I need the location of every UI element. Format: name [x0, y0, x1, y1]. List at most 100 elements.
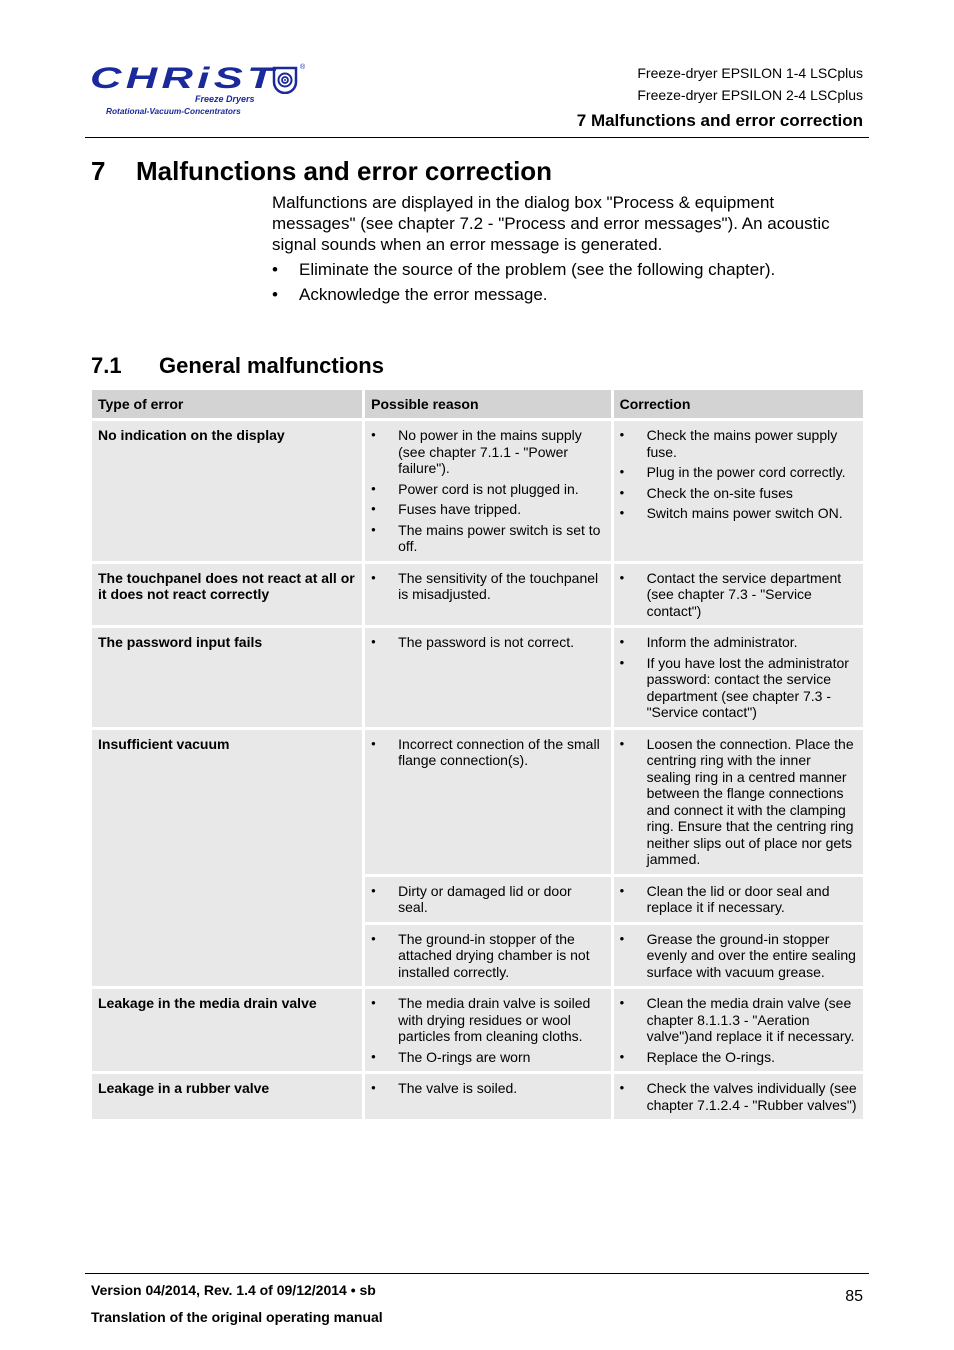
- correction-item: • Loosen the connection. Place the centri…: [619, 735, 854, 868]
- possible-reason-cell: • The ground-in stopper of the attached d…: [365, 924, 611, 986]
- error-type-cell: No indication on the display: [92, 421, 363, 561]
- header-product-line: Freeze-dryer EPSILON 1-4 LSCplus: [637, 65, 863, 81]
- error-type-cell: Leakage in a rubber valve: [92, 1074, 363, 1119]
- correction-list: • Clean the media drain valve (see chapte…: [620, 995, 857, 1065]
- correction-list: • Grease the ground-in stopper evenly and…: [620, 931, 857, 981]
- bullet-icon: •: [619, 569, 625, 585]
- correction-cell: • Loosen the connection. Place the centri…: [613, 729, 863, 874]
- possible-reason-cell: • No power in the mains supply (see chapt…: [365, 421, 611, 561]
- reason-item: • The ground-in stopper of the attached d…: [371, 930, 590, 980]
- reason-list: • No power in the mains supply (see chapt…: [371, 427, 604, 555]
- table-row: No indication on the display • No power in…: [92, 421, 863, 561]
- correction-item: • Plug in the power cord correctly.: [619, 464, 846, 480]
- reason-item: • The valve is soiled.: [371, 1080, 518, 1096]
- header-product-line: Freeze-dryer EPSILON 2-4 LSCplus: [637, 87, 863, 103]
- error-type-cell: Leakage in the media drain valve: [92, 989, 363, 1071]
- reason-list: • Incorrect connection of the small flang…: [371, 736, 604, 769]
- bullet-icon: •: [619, 882, 625, 898]
- section-number: 7.1: [91, 353, 122, 378]
- correction-item: • Clean the lid or door seal and replace …: [619, 882, 830, 916]
- reason-item: • No power in the mains supply (see chapt…: [371, 427, 582, 476]
- bullet-icon: •: [371, 1080, 376, 1095]
- correction-item: • Inform the administrator.: [619, 634, 798, 650]
- correction-cell: • Inform the administrator. • If you have l…: [613, 628, 863, 727]
- footer-info: Version 04/2014, Rev. 1.4 of 09/12/2014 …: [91, 1277, 383, 1331]
- bullet-icon: •: [371, 501, 376, 516]
- bullet-icon: •: [371, 930, 376, 946]
- correction-list: • Clean the lid or door seal and replace …: [620, 883, 857, 916]
- column-header-correction: Correction: [613, 390, 863, 418]
- reason-item: • The media drain valve is soiled with dr…: [371, 995, 591, 1044]
- logo-tagline-freeze-dryers: Freeze Dryers: [195, 94, 255, 104]
- table-row: The touchpanel does not react at all or …: [92, 563, 863, 625]
- bullet-icon: •: [619, 735, 625, 751]
- bullet-icon: •: [619, 634, 625, 649]
- bullet-icon: •: [619, 427, 625, 442]
- bullet-icon: •: [619, 505, 625, 520]
- bullet-icon: •: [371, 1048, 376, 1064]
- reason-item: • The sensitivity of the touchpanel is mi…: [371, 569, 599, 603]
- possible-reason-cell: • The media drain valve is soiled with dr…: [365, 989, 611, 1071]
- registered-mark: ®: [300, 64, 306, 71]
- bullet-icon: •: [371, 569, 376, 585]
- footer-note: Translation of the original operating ma…: [91, 1309, 383, 1325]
- chapter-number: 7: [91, 156, 106, 186]
- intro-bullet: • Acknowledge the error message.: [272, 285, 548, 304]
- table-header-row: Type of error Possible reason Correction: [92, 390, 863, 418]
- chapter-heading: 7 Malfunctions and error correction: [91, 155, 552, 187]
- correction-cell: • Check the valves individually (see chap…: [613, 1074, 863, 1119]
- correction-item: • Switch mains power switch ON.: [619, 505, 843, 521]
- correction-cell: • Check the mains power supply fuse. • Plug…: [613, 421, 863, 561]
- bullet-icon: •: [371, 480, 376, 496]
- bullet-icon: •: [371, 427, 376, 442]
- christ-logo: CHRiST ® Freeze Dryers Rotational-Vacuum…: [88, 60, 313, 120]
- header-divider: [85, 137, 869, 138]
- correction-list: • Check the valves individually (see chap…: [620, 1080, 857, 1113]
- section-title: General malfunctions: [159, 353, 384, 378]
- correction-list: • Contact the service department (see cha…: [620, 570, 857, 620]
- logo-wordmark: CHRiST: [90, 62, 279, 95]
- table-row: Leakage in the media drain valve • The med…: [92, 989, 863, 1071]
- correction-list: • Loosen the connection. Place the centri…: [620, 736, 857, 868]
- bullet-icon: •: [371, 995, 376, 1010]
- correction-item: • Contact the service department (see cha…: [619, 569, 842, 619]
- correction-cell: • Contact the service department (see cha…: [613, 563, 863, 625]
- table-row: Insufficient vacuum • Incorrect connection…: [92, 729, 863, 986]
- correction-item: • Check the mains power supply fuse.: [619, 427, 838, 460]
- reason-item: • The mains power switch is set to off.: [371, 521, 601, 555]
- bullet-icon: •: [272, 285, 278, 304]
- possible-reason-cell: • Dirty or damaged lid or door seal.: [365, 876, 611, 922]
- error-type-cell: The touchpanel does not react at all or …: [92, 563, 363, 625]
- header-chapter-title: 7 Malfunctions and error correction: [576, 111, 863, 130]
- column-header-reason: Possible reason: [365, 390, 611, 418]
- bullet-icon: •: [371, 735, 376, 751]
- reason-item: • The O-rings are worn: [371, 1048, 531, 1065]
- error-type-cell: Insufficient vacuum: [92, 729, 363, 986]
- reason-item: • Fuses have tripped.: [371, 501, 522, 517]
- shield-spiral-icon: [272, 66, 298, 94]
- intro-paragraph: Malfunctions are displayed in the dialog…: [272, 193, 830, 254]
- possible-reason-cell: • Incorrect connection of the small flang…: [365, 729, 611, 874]
- reason-item: • The password is not correct.: [371, 634, 574, 650]
- correction-cell: • Grease the ground-in stopper evenly and…: [613, 924, 863, 986]
- correction-cell: • Clean the lid or door seal and replace …: [613, 876, 863, 922]
- correction-list: • Check the mains power supply fuse. • Plug…: [620, 427, 857, 522]
- section-heading: 7.1 General malfunctions: [91, 352, 384, 380]
- table-row: Leakage in a rubber valve • The valve is s…: [92, 1074, 863, 1119]
- reason-list: • The media drain valve is soiled with dr…: [371, 995, 604, 1065]
- reason-list: • The valve is soiled.: [371, 1080, 604, 1097]
- bullet-icon: •: [619, 654, 625, 670]
- bullet-icon: •: [371, 882, 376, 898]
- page-number: 85: [845, 1288, 863, 1305]
- possible-reason-cell: • The sensitivity of the touchpanel is mi…: [365, 563, 611, 625]
- bullet-icon: •: [619, 930, 625, 946]
- table-row: The password input fails • The password is…: [92, 628, 863, 727]
- error-type-cell: The password input fails: [92, 628, 363, 727]
- footer-version: Version 04/2014, Rev. 1.4 of 09/12/2014 …: [91, 1282, 376, 1298]
- bullet-icon: •: [619, 995, 625, 1010]
- chapter-title: Malfunctions and error correction: [136, 156, 553, 186]
- reason-item: • Dirty or damaged lid or door seal.: [371, 882, 572, 916]
- malfunctions-table: Type of error Possible reason Correction…: [89, 387, 866, 1122]
- correction-item: • If you have lost the administrator pass…: [619, 654, 849, 721]
- intro-bullet: • Eliminate the source of the problem (se…: [272, 260, 776, 279]
